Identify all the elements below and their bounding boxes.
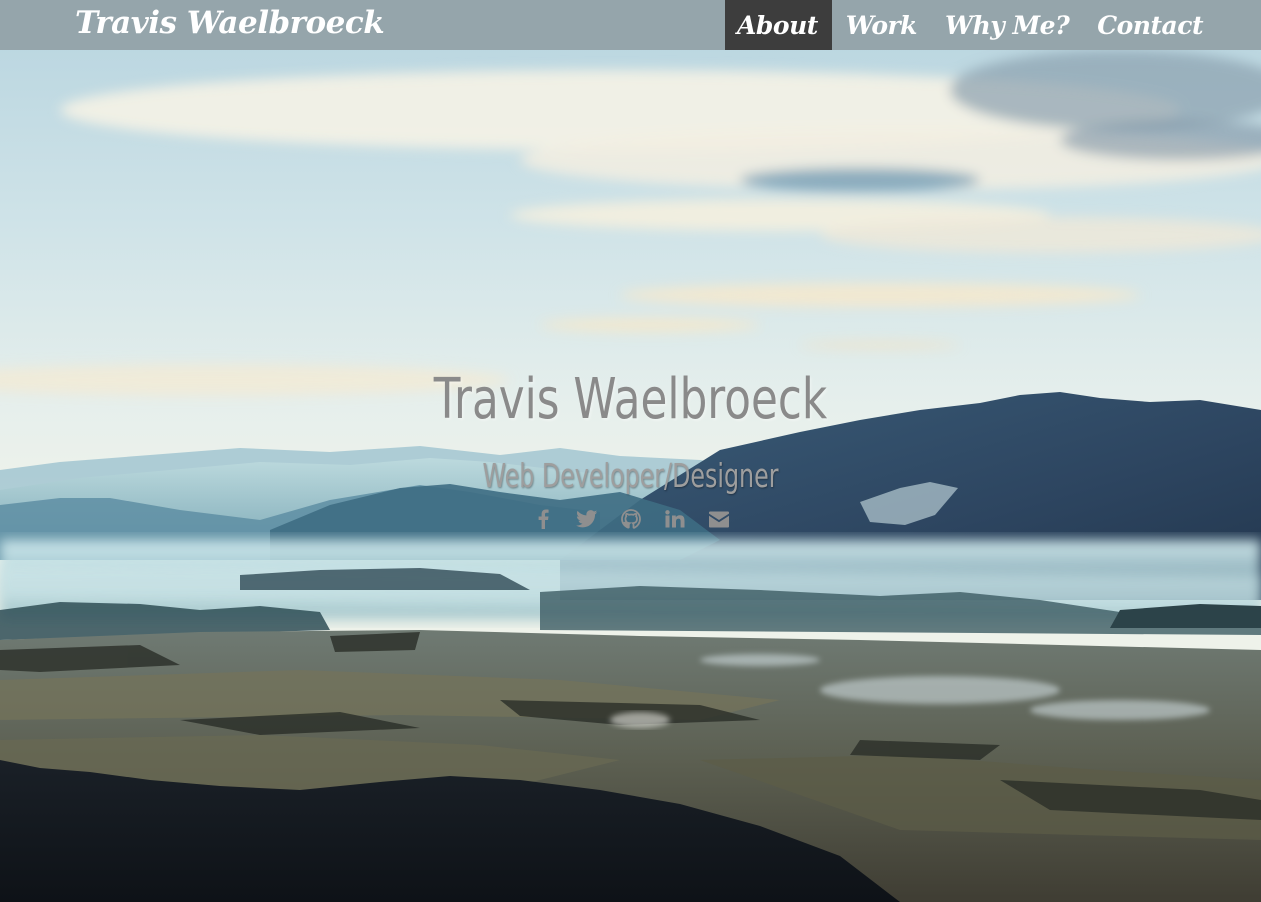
twitter-link[interactable]	[574, 506, 600, 532]
navbar: Travis Waelbroeck About Work Why Me? Con…	[0, 0, 1261, 50]
facebook-link[interactable]	[530, 506, 556, 532]
nav-item-about[interactable]: About	[725, 0, 832, 50]
hero-title: Travis Waelbroeck	[433, 367, 828, 432]
linkedin-link[interactable]	[662, 506, 688, 532]
hero-subtitle: Web Developer/Designer	[482, 456, 779, 495]
twitter-icon	[575, 510, 597, 528]
nav-menu: About Work Why Me? Contact	[725, 0, 1261, 50]
nav-item-why-me[interactable]: Why Me?	[929, 0, 1081, 50]
brand-logo-link[interactable]: Travis Waelbroeck	[75, 1, 385, 45]
facebook-icon	[538, 509, 549, 529]
email-link[interactable]	[706, 506, 732, 532]
hero-content: Travis Waelbroeck Web Developer/Designer	[0, 360, 1261, 534]
github-link[interactable]	[618, 506, 644, 532]
nav-item-contact[interactable]: Contact	[1081, 0, 1261, 50]
linkedin-icon	[664, 510, 684, 528]
page: Travis Waelbroeck About Work Why Me? Con…	[0, 0, 1261, 902]
nav-item-work[interactable]: Work	[832, 0, 929, 50]
envelope-icon	[708, 511, 729, 527]
social-links	[0, 504, 1261, 534]
github-icon	[620, 509, 641, 529]
